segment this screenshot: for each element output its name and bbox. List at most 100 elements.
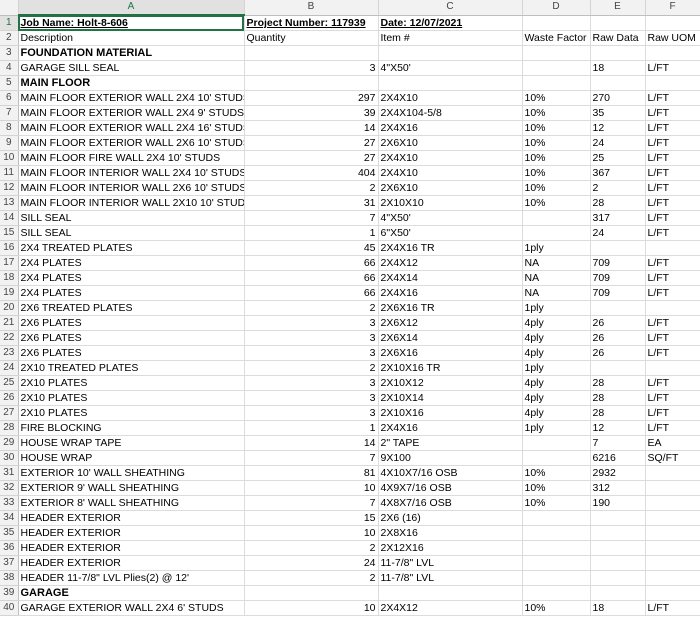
cell-b[interactable]: 7: [244, 450, 379, 466]
cell-e[interactable]: 709: [590, 270, 646, 286]
cell-b[interactable]: 10: [244, 600, 379, 616]
cell-f[interactable]: L/FT: [645, 135, 700, 151]
cell-c[interactable]: 2X4X10: [378, 150, 523, 166]
cell-a[interactable]: SILL SEAL: [18, 210, 245, 226]
row-header[interactable]: 1: [0, 15, 19, 31]
cell-a[interactable]: MAIN FLOOR EXTERIOR WALL 2X4 10' STUDS: [18, 90, 245, 106]
cell-b[interactable]: [244, 585, 379, 601]
row-header[interactable]: 16: [0, 240, 19, 256]
cell-b[interactable]: 3: [244, 390, 379, 406]
cell-d[interactable]: [522, 570, 591, 586]
cell-c[interactable]: 2X6X16 TR: [378, 300, 523, 316]
cell-e[interactable]: 6216: [590, 450, 646, 466]
cell-b[interactable]: 3: [244, 405, 379, 421]
row-header[interactable]: 21: [0, 315, 19, 331]
row-header[interactable]: 4: [0, 60, 19, 76]
cell-b[interactable]: 24: [244, 555, 379, 571]
cell-a[interactable]: Description: [18, 30, 245, 46]
cell-f[interactable]: [645, 510, 700, 526]
cell-c[interactable]: [378, 585, 523, 601]
cell-d[interactable]: 4ply: [522, 390, 591, 406]
cell-a[interactable]: FIRE BLOCKING: [18, 420, 245, 436]
cell-a[interactable]: GARAGE EXTERIOR WALL 2X4 6' STUDS: [18, 600, 245, 616]
cell-a[interactable]: Job Name: Holt-8-606: [18, 15, 245, 31]
cell-e[interactable]: [590, 15, 646, 31]
cell-e[interactable]: 35: [590, 105, 646, 121]
cell-c[interactable]: 4X9X7/16 OSB: [378, 480, 523, 496]
cell-a[interactable]: 2X6 TREATED PLATES: [18, 300, 245, 316]
cell-e[interactable]: [590, 45, 646, 61]
cell-e[interactable]: 18: [590, 60, 646, 76]
row-header[interactable]: 9: [0, 135, 19, 151]
cell-c[interactable]: 2X4X10: [378, 165, 523, 181]
cell-c[interactable]: Item #: [378, 30, 523, 46]
cell-e[interactable]: 7: [590, 435, 646, 451]
cell-d[interactable]: 10%: [522, 180, 591, 196]
cell-b[interactable]: 7: [244, 495, 379, 511]
cell-a[interactable]: HEADER EXTERIOR: [18, 525, 245, 541]
cell-a[interactable]: 2X4 PLATES: [18, 255, 245, 271]
cell-c[interactable]: 4"X50': [378, 210, 523, 226]
cell-a[interactable]: MAIN FLOOR INTERIOR WALL 2X4 10' STUDS: [18, 165, 245, 181]
cell-d[interactable]: 10%: [522, 480, 591, 496]
cell-e[interactable]: 26: [590, 330, 646, 346]
cell-a[interactable]: FOUNDATION MATERIAL: [18, 45, 245, 61]
cell-d[interactable]: 4ply: [522, 405, 591, 421]
cell-e[interactable]: 312: [590, 480, 646, 496]
cell-e[interactable]: 24: [590, 225, 646, 241]
cell-e[interactable]: 270: [590, 90, 646, 106]
cell-c[interactable]: 11-7/8" LVL: [378, 555, 523, 571]
cell-e[interactable]: 25: [590, 150, 646, 166]
cell-a[interactable]: HOUSE WRAP: [18, 450, 245, 466]
cell-f[interactable]: L/FT: [645, 255, 700, 271]
cell-d[interactable]: 1ply: [522, 420, 591, 436]
cell-b[interactable]: 2: [244, 540, 379, 556]
row-header[interactable]: 40: [0, 600, 19, 616]
cell-d[interactable]: NA: [522, 270, 591, 286]
cell-a[interactable]: EXTERIOR 10' WALL SHEATHING: [18, 465, 245, 481]
cell-b[interactable]: 66: [244, 255, 379, 271]
row-header[interactable]: 26: [0, 390, 19, 406]
cell-f[interactable]: [645, 300, 700, 316]
cell-e[interactable]: 2932: [590, 465, 646, 481]
cell-d[interactable]: [522, 525, 591, 541]
cell-d[interactable]: Waste Factor: [522, 30, 591, 46]
cell-a[interactable]: HEADER EXTERIOR: [18, 555, 245, 571]
cell-b[interactable]: 404: [244, 165, 379, 181]
cell-d[interactable]: 1ply: [522, 360, 591, 376]
cell-f[interactable]: L/FT: [645, 420, 700, 436]
row-header[interactable]: 33: [0, 495, 19, 511]
cell-d[interactable]: [522, 210, 591, 226]
cell-d[interactable]: [522, 585, 591, 601]
cell-b[interactable]: 10: [244, 525, 379, 541]
cell-e[interactable]: 26: [590, 315, 646, 331]
cell-d[interactable]: [522, 510, 591, 526]
cell-f[interactable]: SQ/FT: [645, 450, 700, 466]
cell-a[interactable]: 2X10 PLATES: [18, 390, 245, 406]
column-header-b[interactable]: B: [244, 0, 379, 16]
cell-f[interactable]: L/FT: [645, 345, 700, 361]
cell-c[interactable]: Date: 12/07/2021: [378, 15, 523, 31]
row-header[interactable]: 19: [0, 285, 19, 301]
cell-f[interactable]: [645, 360, 700, 376]
cell-f[interactable]: L/FT: [645, 165, 700, 181]
cell-e[interactable]: [590, 240, 646, 256]
cell-a[interactable]: 2X6 PLATES: [18, 330, 245, 346]
cell-e[interactable]: 709: [590, 255, 646, 271]
cell-e[interactable]: 28: [590, 390, 646, 406]
cell-f[interactable]: L/FT: [645, 375, 700, 391]
row-header[interactable]: 3: [0, 45, 19, 61]
cell-a[interactable]: MAIN FLOOR INTERIOR WALL 2X6 10' STUDS: [18, 180, 245, 196]
cell-a[interactable]: EXTERIOR 8' WALL SHEATHING: [18, 495, 245, 511]
cell-f[interactable]: L/FT: [645, 390, 700, 406]
cell-f[interactable]: [645, 45, 700, 61]
cell-c[interactable]: 2X4X10: [378, 90, 523, 106]
cell-f[interactable]: L/FT: [645, 90, 700, 106]
cell-b[interactable]: [244, 75, 379, 91]
cell-d[interactable]: [522, 555, 591, 571]
cell-d[interactable]: 10%: [522, 600, 591, 616]
cell-f[interactable]: Raw UOM: [645, 30, 700, 46]
column-header-c[interactable]: C: [378, 0, 523, 16]
cell-a[interactable]: MAIN FLOOR EXTERIOR WALL 2X6 10' STUDS: [18, 135, 245, 151]
row-header[interactable]: 5: [0, 75, 19, 91]
